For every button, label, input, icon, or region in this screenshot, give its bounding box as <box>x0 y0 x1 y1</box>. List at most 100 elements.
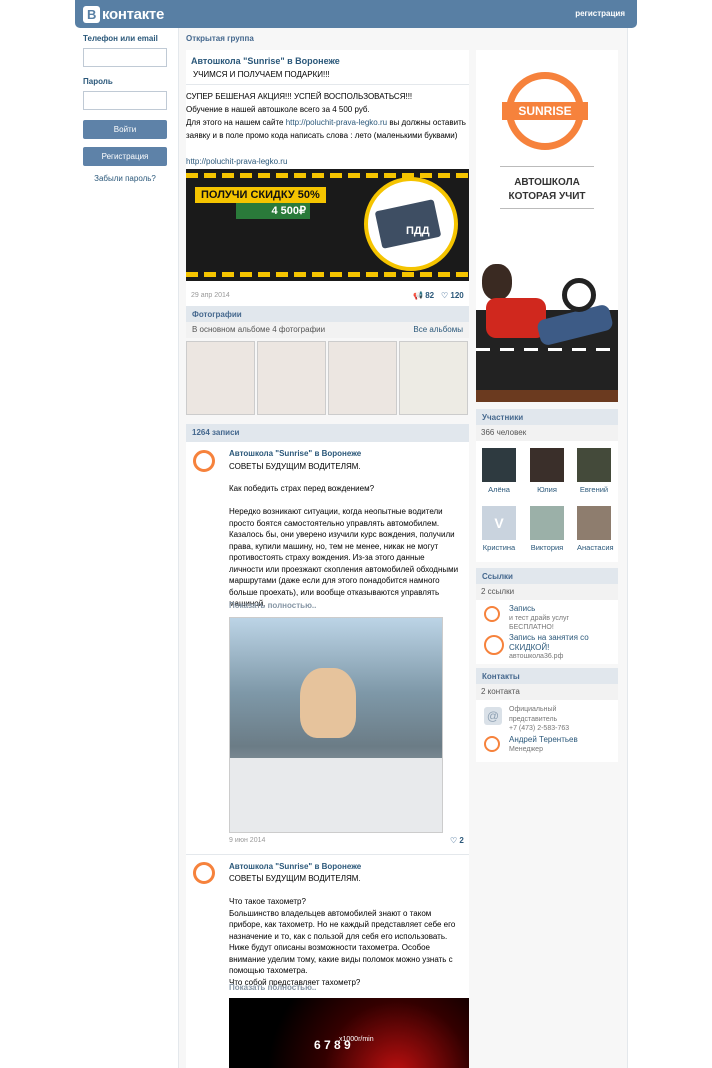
photo-thumb[interactable] <box>186 341 255 415</box>
post-title: СОВЕТЫ БУДУЩИМ ВОДИТЕЛЯМ. <box>229 462 361 471</box>
phone-label: Телефон или email <box>83 34 158 43</box>
post-author-avatar[interactable] <box>193 862 215 884</box>
desc-text: Для этого на нашем сайте <box>186 118 286 127</box>
all-albums-link[interactable]: Все альбомы <box>413 322 463 338</box>
post-author-avatar[interactable] <box>193 450 215 472</box>
avatar-bottom <box>476 390 618 402</box>
desc-line: Обучение в нашей автошколе всего за 4 50… <box>186 105 370 114</box>
group-avatar[interactable]: SUNRISE АВТОШКОЛА КОТОРАЯ УЧИТ <box>476 50 618 402</box>
member-photo <box>577 506 611 540</box>
post-line: больше проехать), или вообще отказываютс… <box>229 587 440 597</box>
contact-role: Менеджер <box>509 745 543 753</box>
contact-phone: +7 (473) 2-583-763 <box>509 725 570 732</box>
vk-logo[interactable]: В контакте <box>83 5 164 23</box>
book-image <box>374 199 442 249</box>
album-text: В основном альбоме 4 фотографии <box>192 325 326 334</box>
post-line: Что такое тахометр? <box>229 897 306 906</box>
share-count[interactable]: 📢 82 <box>413 291 434 300</box>
woman-jacket <box>486 298 546 338</box>
post-body: Как победить страх перед вождением? Нере… <box>229 483 469 610</box>
sunrise-brand: SUNRISE <box>502 102 588 120</box>
member-card[interactable]: Алёна <box>482 448 516 494</box>
share-icon: 📢 <box>413 291 423 300</box>
member-name: Виктория <box>530 543 564 552</box>
link-subtitle: и тест драйв услуг <box>509 614 570 622</box>
post-photo[interactable]: 6 7 8 9 x1000r/min <box>229 998 469 1068</box>
road-stripe <box>186 173 469 178</box>
password-input[interactable] <box>83 91 167 110</box>
member-name: Юлия <box>537 485 557 494</box>
link-title: СКИДКОЙ! <box>509 642 550 652</box>
contact-item[interactable]: Андрей Терентьев Менеджер <box>509 735 578 754</box>
at-icon: @ <box>484 707 502 725</box>
woman-hair <box>482 264 512 300</box>
post-like[interactable]: ♡ 2 <box>450 836 464 845</box>
post-author-name[interactable]: Автошкола "Sunrise" в Воронеже <box>229 862 361 871</box>
desc-line: заявку и в поле промо кода написать слов… <box>186 131 458 140</box>
wall-count-header[interactable]: 1264 записи <box>186 424 469 442</box>
divider <box>186 84 469 85</box>
register-button[interactable]: Регистрация <box>83 147 167 166</box>
heart-icon: ♡ <box>450 836 458 845</box>
road-line <box>476 348 618 351</box>
heart-icon: ♡ <box>441 291 449 300</box>
member-name: Анастасия <box>577 543 614 552</box>
tagline-2: КОТОРАЯ УЧИТ <box>508 191 586 202</box>
link-item[interactable]: Запись и тест драйв услуг БЕСПЛАТНО! <box>509 604 569 633</box>
link-subtitle: автошкола36.рф <box>509 653 564 660</box>
photo-thumb[interactable] <box>257 341 326 415</box>
site-link[interactable]: http://poluchit-prava-legko.ru <box>286 118 387 127</box>
contact-avatar[interactable] <box>484 736 500 752</box>
vk-logo-text: контакте <box>102 5 165 23</box>
group-status: УЧИМСЯ И ПОЛУЧАЕМ ПОДАРКИ!!! <box>193 70 330 79</box>
password-label: Пароль <box>83 77 113 86</box>
post-line: права, купили машину, но, тем не менее, … <box>229 541 439 551</box>
links-count: 2 ссылки <box>476 584 618 600</box>
link-item[interactable]: Запись на занятия со СКИДКОЙ! автошкола3… <box>509 633 589 662</box>
member-card[interactable]: Анастасия <box>577 506 614 552</box>
post-line: маршрутами (даже если для этого понадоби… <box>229 576 440 585</box>
banner-headline: ПОЛУЧИ СКИДКУ 50% <box>195 187 326 203</box>
forgot-password-link[interactable]: Забыли пароль? <box>83 174 167 183</box>
post-line: просто боятся самостоятельно управлять а… <box>229 518 440 528</box>
member-photo <box>577 448 611 482</box>
post-body: Что такое тахометр? Большинство владельц… <box>229 896 469 988</box>
member-card[interactable]: Юлия <box>530 448 564 494</box>
post-line: Ниже будут описаны возможности тахометра… <box>229 943 430 952</box>
post-photo[interactable] <box>229 617 443 833</box>
tagline-1: АВТОШКОЛА <box>514 177 580 188</box>
link-icon[interactable] <box>484 606 500 622</box>
group-description: СУПЕР БЕШЕНАЯ АКЦИЯ!!! УСПЕЙ ВОСПОЛЬЗОВА… <box>186 90 468 168</box>
register-link-top[interactable]: регистрация <box>575 9 625 18</box>
promo-banner[interactable]: ПОЛУЧИ СКИДКУ 50% 4 500₽ ПДД <box>186 169 469 281</box>
post-date[interactable]: 9 июн 2014 <box>229 837 265 844</box>
phone-input[interactable] <box>83 48 167 67</box>
post-line: помощью тахометра. <box>229 966 308 975</box>
post-line: приборе, как тахометр. Но не каждый пред… <box>229 920 456 929</box>
site-link-2[interactable]: http://poluchit-prava-legko.ru <box>186 155 468 168</box>
photo-thumb[interactable] <box>328 341 397 415</box>
show-more-link[interactable]: Показать полностью.. <box>229 601 316 610</box>
member-name: Алёна <box>488 485 510 494</box>
link-icon[interactable] <box>484 635 504 655</box>
post-line: личности или проезжают скопления автомоб… <box>229 564 459 574</box>
desc-line: СУПЕР БЕШЕНАЯ АКЦИЯ!!! УСПЕЙ ВОСПОЛЬЗОВА… <box>186 92 413 101</box>
member-card[interactable]: V Кристина <box>482 506 516 552</box>
post-date[interactable]: 29 апр 2014 <box>191 292 230 299</box>
member-name: Евгений <box>579 485 609 494</box>
photo-thumb[interactable] <box>399 341 468 415</box>
post-line: противостоять страху вождения. Из-за это… <box>229 553 425 562</box>
login-button[interactable]: Войти <box>83 120 167 139</box>
post-author-name[interactable]: Автошкола "Sunrise" в Воронеже <box>229 449 361 458</box>
like-count[interactable]: ♡ 120 <box>441 291 464 300</box>
members-count: 366 человек <box>476 425 618 441</box>
contact-role: представитель <box>509 715 558 723</box>
show-more-link[interactable]: Показать полностью.. <box>229 983 316 992</box>
link-title: Запись <box>509 604 536 613</box>
link-title: Запись на занятия со <box>509 633 589 642</box>
member-card[interactable]: Виктория <box>530 506 564 552</box>
member-name: Кристина <box>482 543 516 552</box>
member-card[interactable]: Евгений <box>577 448 611 494</box>
post-line: Нередко возникают ситуации, когда неопыт… <box>229 507 443 516</box>
group-name: Автошкола "Sunrise" в Воронеже <box>191 56 340 66</box>
